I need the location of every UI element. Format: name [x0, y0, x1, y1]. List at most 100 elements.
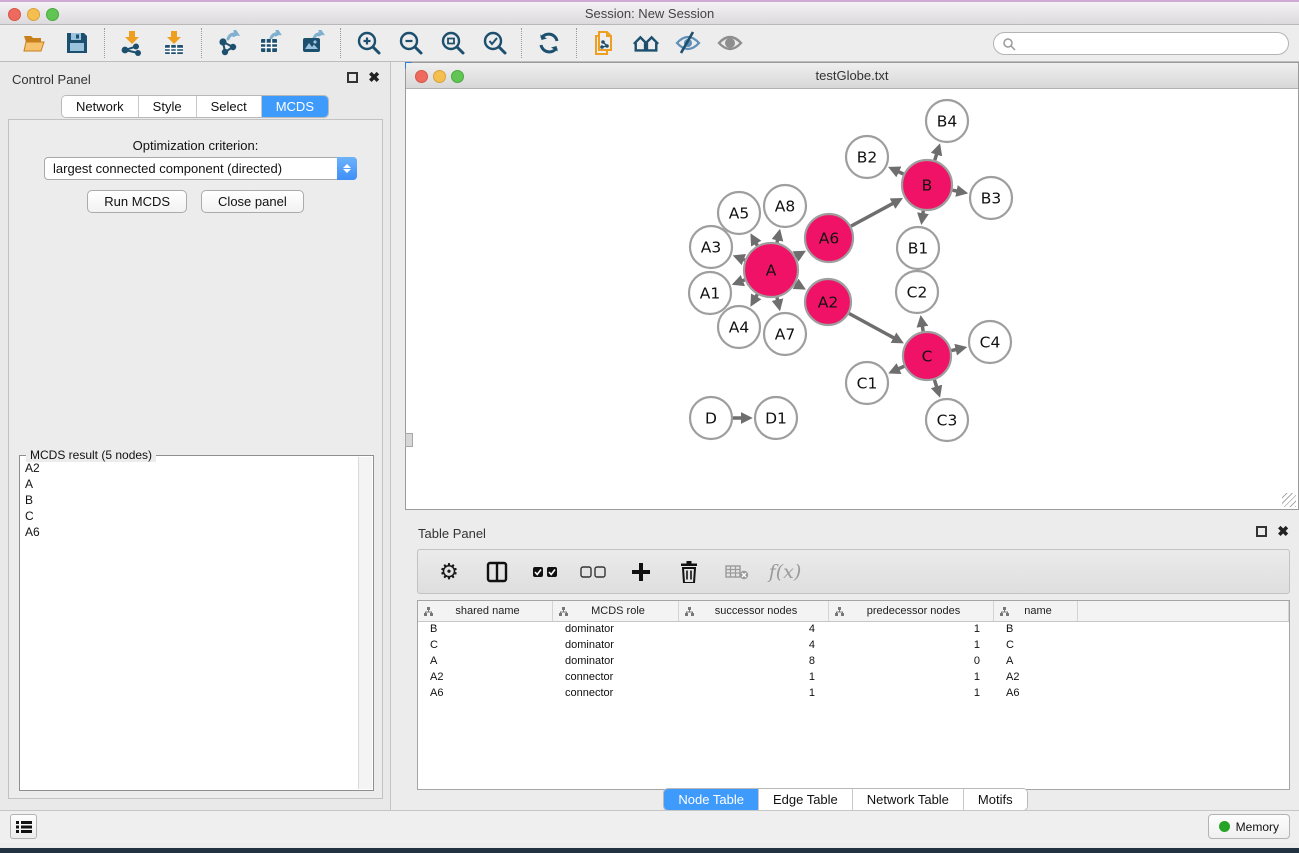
- graph-edge-B-B2[interactable]: [898, 171, 904, 174]
- column-header-name[interactable]: name: [994, 601, 1078, 621]
- add-column-icon[interactable]: [628, 559, 654, 585]
- tab-motifs[interactable]: Motifs: [964, 789, 1027, 810]
- network-view-window: testGlobe.txt B4B2BB3A5A8A6A3B1AA1C2A2A4…: [405, 62, 1299, 510]
- tab-network-table[interactable]: Network Table: [853, 789, 964, 810]
- result-item[interactable]: B: [25, 492, 357, 508]
- column-header-successor-nodes[interactable]: successor nodes: [679, 601, 829, 621]
- birdseye-icon[interactable]: [716, 29, 744, 57]
- result-item[interactable]: C: [25, 508, 357, 524]
- table-body: Bdominator41BCdominator41CAdominator80AA…: [418, 622, 1289, 702]
- graph-edge-B-B1[interactable]: [923, 211, 924, 215]
- result-item[interactable]: A: [25, 476, 357, 492]
- search-input[interactable]: [993, 32, 1289, 55]
- cybrowser-icon[interactable]: [632, 29, 660, 57]
- graph-edge-C-C1[interactable]: [898, 366, 904, 369]
- float-panel-icon[interactable]: [347, 72, 358, 83]
- open-file-icon[interactable]: [21, 29, 49, 57]
- table-row[interactable]: Adominator80A: [418, 654, 1289, 670]
- zoom-in-icon[interactable]: [354, 29, 382, 57]
- close-panel-button[interactable]: Close panel: [201, 190, 304, 213]
- column-header-predecessor-nodes[interactable]: predecessor nodes: [829, 601, 994, 621]
- network-window-titlebar[interactable]: testGlobe.txt: [406, 63, 1298, 89]
- zoom-out-icon[interactable]: [396, 29, 424, 57]
- tab-select[interactable]: Select: [197, 96, 262, 117]
- run-mcds-button[interactable]: Run MCDS: [87, 190, 187, 213]
- graph-edge-B-B3[interactable]: [952, 190, 957, 191]
- resize-grip-icon[interactable]: [1282, 493, 1296, 507]
- table-cell: dominator: [553, 622, 679, 638]
- graph-node-label-D: D: [705, 410, 717, 428]
- graph-edge-C-C4[interactable]: [951, 349, 956, 350]
- graph-edge-A-A6[interactable]: [796, 256, 797, 257]
- graph-edge-C-C2[interactable]: [922, 326, 923, 332]
- graph-edge-B-B4[interactable]: [935, 153, 937, 160]
- column-header-MCDS-role[interactable]: MCDS role: [553, 601, 679, 621]
- graph-edge-A-A3[interactable]: [743, 259, 745, 260]
- table-header-row: shared nameMCDS rolesuccessor nodesprede…: [418, 601, 1289, 622]
- graph-edge-A2-C[interactable]: [849, 313, 894, 338]
- result-item[interactable]: A6: [25, 524, 357, 540]
- column-type-icon: [559, 607, 568, 616]
- tab-network[interactable]: Network: [62, 96, 139, 117]
- table-cell: 1: [829, 622, 994, 638]
- graph-edge-A-A5[interactable]: [756, 243, 758, 246]
- table-panel: Table Panel ✖ ⚙ f(x): [392, 518, 1299, 815]
- function-builder-icon[interactable]: f(x): [772, 559, 798, 585]
- graph-edge-A-A4[interactable]: [756, 294, 758, 297]
- memory-button[interactable]: Memory: [1208, 814, 1290, 839]
- float-table-panel-icon[interactable]: [1256, 526, 1267, 537]
- graphics-details-icon[interactable]: [674, 29, 702, 57]
- graph-edge-A-A8[interactable]: [777, 239, 778, 242]
- graph-edge-A6-B[interactable]: [851, 203, 894, 226]
- split-pane-handle[interactable]: [405, 433, 413, 447]
- close-panel-icon[interactable]: ✖: [368, 72, 380, 83]
- unselect-all-icon[interactable]: [580, 559, 606, 585]
- column-type-icon: [685, 607, 694, 616]
- result-item[interactable]: A2: [25, 460, 357, 476]
- zoom-selected-icon[interactable]: [480, 29, 508, 57]
- table-cell: 1: [829, 686, 994, 702]
- tab-mcds[interactable]: MCDS: [262, 96, 328, 117]
- show-columns-icon[interactable]: [484, 559, 510, 585]
- result-scrollbar[interactable]: [358, 457, 372, 789]
- export-network-icon[interactable]: [215, 29, 243, 57]
- status-bar: Memory: [0, 810, 1299, 843]
- network-graph[interactable]: B4B2BB3A5A8A6A3B1AA1C2A2A4A7C4CC1DD1C3: [406, 89, 1298, 509]
- select-all-icon[interactable]: [532, 559, 558, 585]
- import-network-icon[interactable]: [118, 29, 146, 57]
- table-options-icon[interactable]: ⚙: [436, 559, 462, 585]
- network-canvas[interactable]: B4B2BB3A5A8A6A3B1AA1C2A2A4A7C4CC1DD1C3: [406, 89, 1298, 509]
- export-table-icon[interactable]: [257, 29, 285, 57]
- column-header-shared-name[interactable]: shared name: [418, 601, 553, 621]
- table-cell: 0: [829, 654, 994, 670]
- delete-table-icon[interactable]: [724, 559, 750, 585]
- save-session-icon[interactable]: [63, 29, 91, 57]
- import-table-icon[interactable]: [160, 29, 188, 57]
- graph-edge-A-A7[interactable]: [777, 297, 778, 300]
- table-row[interactable]: A6connector11A6: [418, 686, 1289, 702]
- table-cell: A2: [418, 670, 553, 686]
- graph-edge-C-C3[interactable]: [934, 380, 936, 388]
- clone-network-icon[interactable]: [590, 29, 618, 57]
- delete-column-icon[interactable]: [676, 559, 702, 585]
- table-cell: A6: [994, 686, 1078, 702]
- graph-edge-A-A1[interactable]: [742, 280, 745, 281]
- tab-style[interactable]: Style: [139, 96, 197, 117]
- table-cell: 8: [679, 654, 829, 670]
- tab-node-table[interactable]: Node Table: [664, 789, 759, 810]
- table-cell: 1: [829, 670, 994, 686]
- app-window: Session: New Session: [0, 0, 1299, 848]
- zoom-fit-icon[interactable]: [438, 29, 466, 57]
- table-row[interactable]: Bdominator41B: [418, 622, 1289, 638]
- export-image-icon[interactable]: [299, 29, 327, 57]
- table-row[interactable]: Cdominator41C: [418, 638, 1289, 654]
- tab-edge-table[interactable]: Edge Table: [759, 789, 853, 810]
- table-row[interactable]: A2connector11A2: [418, 670, 1289, 686]
- column-type-icon: [1000, 607, 1009, 616]
- graph-edge-A-A2[interactable]: [795, 284, 796, 285]
- criterion-dropdown[interactable]: largest connected component (directed): [44, 157, 357, 180]
- table-cell: B: [418, 622, 553, 638]
- task-history-button[interactable]: [10, 814, 37, 839]
- close-table-panel-icon[interactable]: ✖: [1277, 526, 1289, 537]
- refresh-icon[interactable]: [535, 29, 563, 57]
